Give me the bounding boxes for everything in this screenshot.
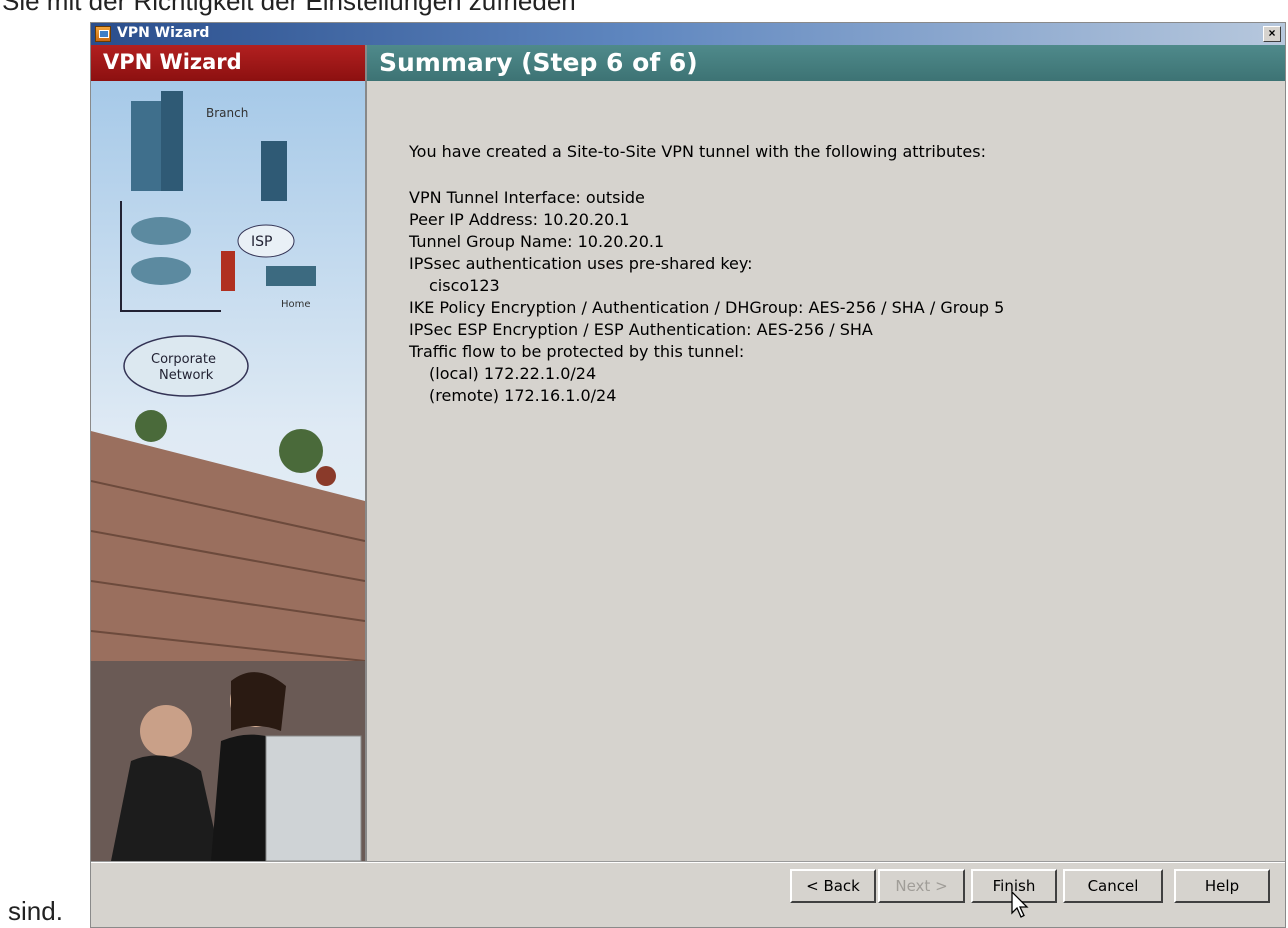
back-button[interactable]: < Back — [790, 869, 876, 903]
step-title: Summary (Step 6 of 6) — [379, 48, 698, 77]
home-label: Home — [281, 299, 311, 310]
summary-local-network: (local) 172.22.1.0/24 — [429, 364, 597, 383]
page-text-bottom: sind. — [8, 896, 63, 926]
step-header: Summary (Step 6 of 6) — [367, 45, 1285, 81]
help-button[interactable]: Help — [1174, 869, 1270, 903]
close-button[interactable]: × — [1263, 26, 1281, 42]
summary-remote-network: (remote) 172.16.1.0/24 — [429, 386, 617, 405]
summary-intro: You have created a Site-to-Site VPN tunn… — [409, 142, 986, 161]
vpn-wizard-window: VPN Wizard × VPN Wizard Branch ISP Home … — [90, 22, 1286, 928]
title-bar: VPN Wizard × — [91, 23, 1285, 45]
summary-esp: IPSec ESP Encryption / ESP Authenticatio… — [409, 320, 873, 339]
window-title: VPN Wizard — [117, 25, 210, 41]
page-text-top: Sie mit der Richtigkeit der Einstellunge… — [2, 0, 576, 16]
branch-label: Branch — [206, 106, 248, 120]
left-panel: VPN Wizard Branch ISP Home Corporate Net… — [91, 45, 367, 861]
app-icon — [95, 26, 111, 42]
network-label: Network — [159, 368, 214, 383]
summary-interface: VPN Tunnel Interface: outside — [409, 188, 645, 207]
wizard-illustration: Branch ISP Home Corporate Network — [91, 81, 365, 861]
summary-content: You have created a Site-to-Site VPN tunn… — [409, 141, 1004, 407]
summary-psk: cisco123 — [429, 276, 500, 295]
button-divider — [91, 861, 1285, 863]
left-panel-title: VPN Wizard — [103, 50, 242, 74]
summary-ipsec-auth: IPSsec authentication uses pre-shared ke… — [409, 254, 753, 273]
summary-traffic: Traffic flow to be protected by this tun… — [409, 342, 745, 361]
corporate-label: Corporate — [151, 352, 216, 367]
left-panel-header: VPN Wizard — [91, 45, 365, 81]
summary-tunnel-group: Tunnel Group Name: 10.20.20.1 — [409, 232, 665, 251]
cancel-button[interactable]: Cancel — [1063, 869, 1163, 903]
summary-ike-policy: IKE Policy Encryption / Authentication /… — [409, 298, 1005, 317]
isp-label: ISP — [251, 234, 272, 250]
mouse-cursor-icon — [1011, 891, 1029, 918]
next-button[interactable]: Next > — [878, 869, 965, 903]
summary-peer-ip: Peer IP Address: 10.20.20.1 — [409, 210, 630, 229]
